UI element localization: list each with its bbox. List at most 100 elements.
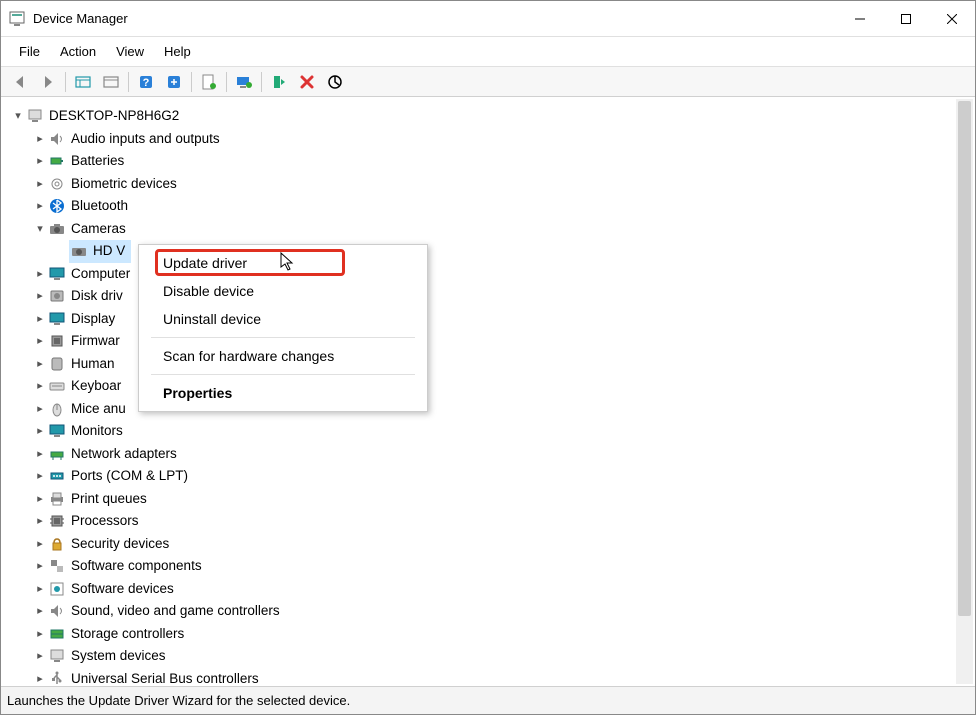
tree-label: Software components	[71, 555, 202, 578]
system-icon	[49, 648, 65, 664]
expand-icon[interactable]	[33, 285, 47, 308]
toolbar-enable-button[interactable]	[266, 70, 292, 94]
toolbar-forward-button[interactable]	[35, 70, 61, 94]
expand-icon[interactable]	[33, 488, 47, 511]
context-menu-scan[interactable]: Scan for hardware changes	[139, 342, 427, 370]
toolbar-disable-button[interactable]	[322, 70, 348, 94]
mouse-icon	[49, 401, 65, 417]
tree-label: Sound, video and game controllers	[71, 600, 280, 623]
tree-category-monitors[interactable]: Monitors	[11, 420, 973, 443]
tree-category-processors[interactable]: Processors	[11, 510, 973, 533]
expand-icon[interactable]	[33, 555, 47, 578]
expand-icon[interactable]	[33, 623, 47, 646]
menu-view[interactable]: View	[106, 40, 154, 63]
tree-category-storage[interactable]: Storage controllers	[11, 623, 973, 646]
expand-icon[interactable]	[33, 645, 47, 668]
tree-category-software-components[interactable]: Software components	[11, 555, 973, 578]
status-text: Launches the Update Driver Wizard for th…	[7, 693, 350, 708]
tree-label: Disk driv	[71, 285, 123, 308]
expand-icon[interactable]	[33, 668, 47, 685]
tree-category-ports[interactable]: Ports (COM & LPT)	[11, 465, 973, 488]
window-controls	[837, 1, 975, 36]
toolbar-help-topics-button[interactable]	[98, 70, 124, 94]
menu-action[interactable]: Action	[50, 40, 106, 63]
tree-label: Security devices	[71, 533, 169, 556]
menu-help[interactable]: Help	[154, 40, 201, 63]
tree-category-security[interactable]: Security devices	[11, 533, 973, 556]
tree-category-cameras[interactable]: Cameras	[11, 218, 973, 241]
toolbar-scan-button[interactable]	[161, 70, 187, 94]
keyboard-icon	[49, 378, 65, 394]
expand-icon[interactable]	[33, 308, 47, 331]
toolbar-show-hidden-button[interactable]	[70, 70, 96, 94]
tree-category-sound[interactable]: Sound, video and game controllers	[11, 600, 973, 623]
context-menu-separator	[151, 337, 415, 338]
tree-category-bluetooth[interactable]: Bluetooth	[11, 195, 973, 218]
menu-file[interactable]: File	[9, 40, 50, 63]
tree-label: Bluetooth	[71, 195, 128, 218]
toolbar-separator	[128, 72, 129, 92]
expand-icon[interactable]	[33, 353, 47, 376]
toolbar-uninstall-button[interactable]	[294, 70, 320, 94]
context-menu-separator	[151, 374, 415, 375]
camera-icon	[49, 221, 65, 237]
toolbar-separator	[191, 72, 192, 92]
tree-label: Keyboar	[71, 375, 121, 398]
storage-icon	[49, 626, 65, 642]
expand-icon[interactable]	[33, 578, 47, 601]
display-icon	[49, 311, 65, 327]
tree-label: System devices	[71, 645, 166, 668]
expand-icon[interactable]	[33, 420, 47, 443]
tree-category-usb[interactable]: Universal Serial Bus controllers	[11, 668, 973, 685]
bluetooth-icon	[49, 198, 65, 214]
tree-category-network[interactable]: Network adapters	[11, 443, 973, 466]
toolbar-properties-button[interactable]	[196, 70, 222, 94]
window-titlebar: Device Manager	[1, 1, 975, 37]
expand-icon[interactable]	[33, 173, 47, 196]
sound-icon	[49, 603, 65, 619]
expand-icon[interactable]	[33, 465, 47, 488]
tree-category-system[interactable]: System devices	[11, 645, 973, 668]
expand-icon[interactable]	[33, 330, 47, 353]
expand-icon[interactable]	[33, 398, 47, 421]
tree-category-software-devices[interactable]: Software devices	[11, 578, 973, 601]
expand-icon[interactable]	[33, 195, 47, 218]
tree-category-audio[interactable]: Audio inputs and outputs	[11, 128, 973, 151]
vertical-scrollbar[interactable]	[956, 99, 973, 684]
context-menu-uninstall-device[interactable]: Uninstall device	[139, 305, 427, 333]
context-menu-disable-device[interactable]: Disable device	[139, 277, 427, 305]
tree-root[interactable]: DESKTOP-NP8H6G2	[11, 105, 973, 128]
tree-category-print-queues[interactable]: Print queues	[11, 488, 973, 511]
computer-icon	[27, 108, 43, 124]
expand-icon[interactable]	[33, 218, 47, 241]
tree-category-batteries[interactable]: Batteries	[11, 150, 973, 173]
context-menu-properties[interactable]: Properties	[139, 379, 427, 407]
scrollbar-thumb[interactable]	[958, 101, 971, 616]
tree-category-biometric[interactable]: Biometric devices	[11, 173, 973, 196]
maximize-button[interactable]	[883, 1, 929, 36]
expand-icon[interactable]	[33, 443, 47, 466]
security-icon	[49, 536, 65, 552]
toolbar-back-button[interactable]	[7, 70, 33, 94]
menubar: File Action View Help	[1, 37, 975, 67]
tree-label: Processors	[71, 510, 139, 533]
close-button[interactable]	[929, 1, 975, 36]
hid-icon	[49, 356, 65, 372]
expand-icon[interactable]	[33, 533, 47, 556]
expand-icon[interactable]	[33, 600, 47, 623]
tree-label: Universal Serial Bus controllers	[71, 668, 259, 685]
tree-label: Human	[71, 353, 115, 376]
expand-icon[interactable]	[33, 150, 47, 173]
printer-icon	[49, 491, 65, 507]
toolbar-update-driver-button[interactable]	[231, 70, 257, 94]
minimize-button[interactable]	[837, 1, 883, 36]
audio-icon	[49, 131, 65, 147]
expand-icon[interactable]	[33, 510, 47, 533]
expand-icon[interactable]	[11, 105, 25, 128]
toolbar-help-button[interactable]: ?	[133, 70, 159, 94]
expand-icon[interactable]	[33, 128, 47, 151]
app-icon	[9, 11, 25, 27]
expand-icon[interactable]	[33, 263, 47, 286]
battery-icon	[49, 153, 65, 169]
expand-icon[interactable]	[33, 375, 47, 398]
